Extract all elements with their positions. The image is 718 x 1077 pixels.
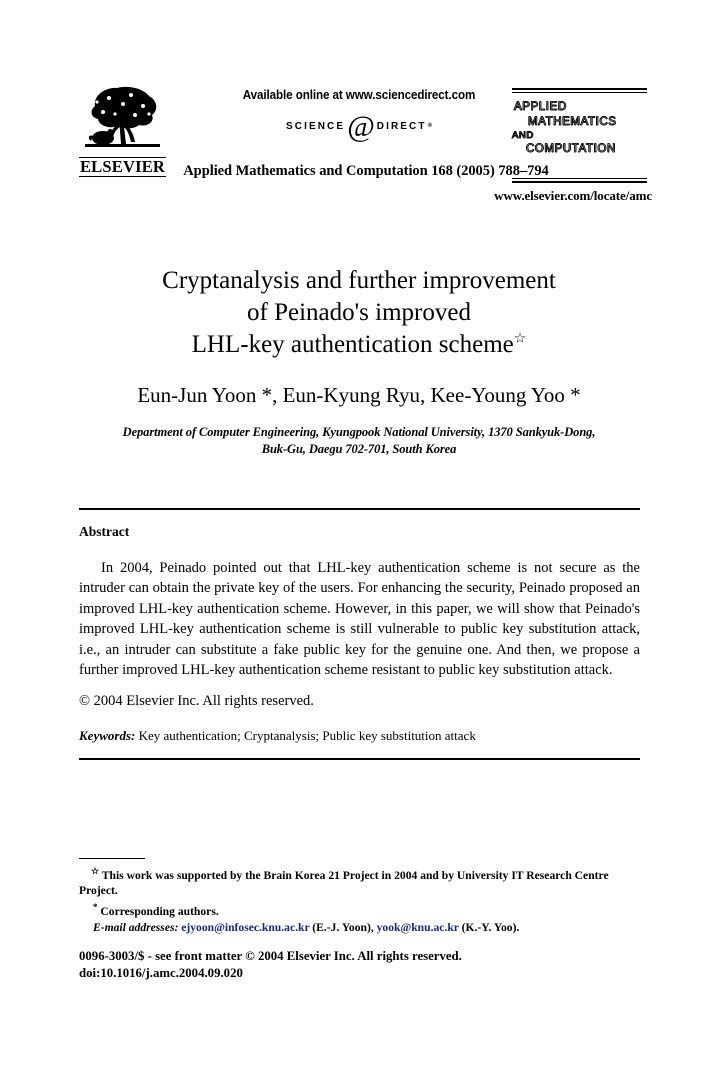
footnotes: ☆ This work was supported by the Brain K… — [79, 864, 640, 935]
footnote-asterisk-icon: * — [93, 901, 98, 912]
footnote-separator-rule — [79, 858, 145, 859]
title-line-3: LHL-key authentication scheme — [191, 331, 514, 358]
email-link-yoon[interactable]: ejyoon@infosec.knu.ac.kr — [181, 921, 309, 934]
masthead-title: APPLIED MATHEMATICS AND COMPUTATION — [512, 100, 647, 157]
doi-line: doi:10.1016/j.amc.2004.09.020 — [79, 966, 243, 980]
affiliation: Department of Computer Engineering, Kyun… — [79, 424, 639, 458]
email-author-yoon: (E.-J. Yoon), — [312, 920, 374, 934]
keywords: Keywords: Key authentication; Cryptanaly… — [79, 727, 640, 745]
affiliation-line-2: Buk-Gu, Daegu 702-701, South Korea — [261, 442, 457, 456]
footnote-emails: E-mail addresses: ejyoon@infosec.knu.ac.… — [79, 920, 640, 935]
footnote-star-icon: ☆ — [91, 866, 100, 876]
abstract-top-rule — [79, 508, 640, 510]
email-author-yoo: (K.-Y. Yoo). — [461, 920, 520, 934]
sciencedirect-science-word: SCIENCE — [285, 120, 346, 132]
journal-masthead: APPLIED MATHEMATICS AND COMPUTATION — [512, 88, 647, 183]
abstract-heading: Abstract — [79, 524, 130, 539]
title-line-1: Cryptanalysis and further improvement — [162, 267, 556, 294]
page-header: ELSEVIER Available online at www.science… — [0, 0, 718, 215]
keywords-label: Keywords: — [79, 728, 136, 743]
keywords-values: Key authentication; Cryptanalysis; Publi… — [138, 728, 476, 743]
title-line-3-wrapper: LHL-key authentication scheme☆ — [79, 329, 639, 361]
footnote-corresponding-text: Corresponding authors. — [100, 904, 219, 918]
affiliation-line-1: Department of Computer Engineering, Kyun… — [122, 425, 596, 439]
masthead-top-rule — [512, 88, 647, 93]
registered-trademark-icon: ® — [427, 123, 432, 129]
journal-url: www.elsevier.com/locate/amc — [494, 188, 652, 203]
issn-line: 0096-3003/$ - see front matter © 2004 El… — [79, 949, 462, 963]
title-line-2: of Peinado's improved — [247, 299, 471, 326]
abstract-copyright: © 2004 Elsevier Inc. All rights reserved… — [79, 693, 314, 709]
abstract-body: In 2004, Peinado pointed out that LHL-ke… — [79, 560, 640, 679]
masthead-line-computation: COMPUTATION — [526, 143, 616, 156]
imprint-block: 0096-3003/$ - see front matter © 2004 El… — [79, 948, 640, 982]
email-link-yoo[interactable]: yook@knu.ac.kr — [377, 921, 459, 934]
title-footnote-star-icon: ☆ — [513, 331, 527, 347]
masthead-bottom-rule — [512, 178, 647, 183]
article-title: Cryptanalysis and further improvement of… — [79, 265, 639, 361]
sciencedirect-at-icon: @ — [347, 110, 375, 143]
footnote-funding: ☆ This work was supported by the Brain K… — [79, 864, 640, 899]
sciencedirect-direct-word: DIRECT — [376, 120, 427, 132]
masthead-line-and: AND — [512, 130, 534, 142]
footnote-funding-text: This work was supported by the Brain Kor… — [79, 868, 609, 898]
email-addresses-label: E-mail addresses: — [93, 920, 179, 934]
footnote-corresponding: * Corresponding authors. — [79, 900, 640, 919]
author-list: Eun-Jun Yoon *, Eun-Kyung Ryu, Kee-Young… — [137, 383, 581, 407]
abstract-bottom-rule — [79, 758, 640, 760]
masthead-line-applied: APPLIED — [514, 101, 567, 114]
masthead-line-mathematics: MATHEMATICS — [528, 116, 617, 129]
